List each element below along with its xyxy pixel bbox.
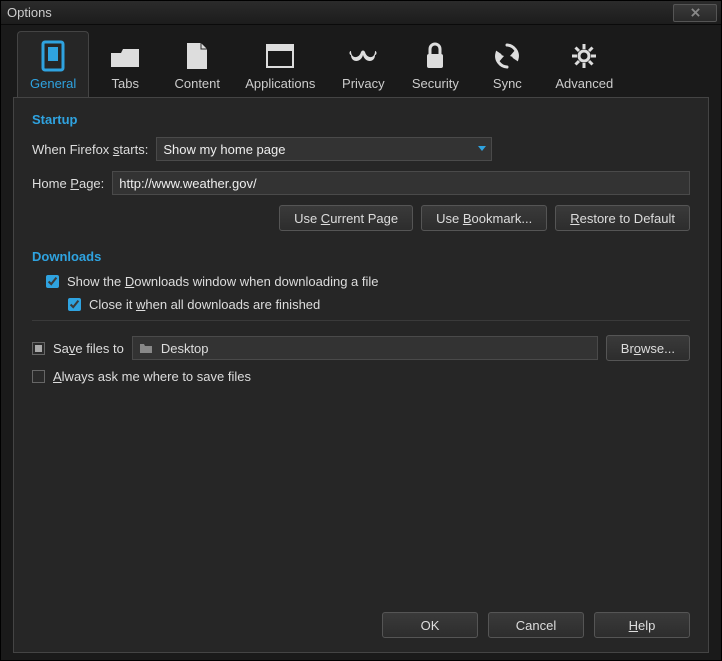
applications-icon [264,40,296,72]
tabs-icon [109,40,141,72]
home-page-input[interactable] [112,171,690,195]
tab-security-label: Security [412,76,459,91]
tab-sync[interactable]: Sync [471,31,543,97]
tab-tabs-label: Tabs [112,76,139,91]
tab-content-label: Content [174,76,220,91]
use-current-page-button[interactable]: Use Current Page [279,205,413,231]
when-starts-select[interactable]: Show my home page [156,137,492,161]
home-page-label: Home Page: [32,176,104,191]
browse-button[interactable]: Browse... [606,335,690,361]
save-path-field[interactable]: Desktop [132,336,598,360]
options-window: Options General Tabs Content [0,0,722,661]
save-path-text: Desktop [161,341,209,356]
close-icon [691,8,700,17]
when-starts-label: When Firefox starts: [32,142,148,157]
separator [32,320,690,321]
tab-advanced[interactable]: Advanced [543,31,625,97]
tab-privacy-label: Privacy [342,76,385,91]
close-when-finished-label: Close it when all downloads are finished [89,297,320,312]
tab-applications-label: Applications [245,76,315,91]
show-downloads-window-label: Show the Downloads window when downloadi… [67,274,379,289]
cancel-button[interactable]: Cancel [488,612,584,638]
ok-button[interactable]: OK [382,612,478,638]
folder-icon [139,342,153,354]
privacy-icon [347,40,379,72]
tab-security[interactable]: Security [399,31,471,97]
save-files-to-radio[interactable] [32,342,45,355]
tab-sync-label: Sync [493,76,522,91]
startup-header: Startup [32,112,690,127]
window-title: Options [5,5,673,20]
use-bookmark-button[interactable]: Use Bookmark... [421,205,547,231]
general-icon [37,40,69,72]
advanced-icon [568,40,600,72]
tab-applications[interactable]: Applications [233,31,327,97]
sync-icon [491,40,523,72]
dialog-footer: OK Cancel Help [382,612,690,638]
save-files-to-label: Save files to [53,341,124,356]
content-panel: Startup When Firefox starts: Show my hom… [13,97,709,653]
always-ask-radio[interactable] [32,370,45,383]
tab-content[interactable]: Content [161,31,233,97]
titlebar: Options [1,1,721,25]
help-button[interactable]: Help [594,612,690,638]
security-icon [419,40,451,72]
always-ask-label: Always ask me where to save files [53,369,251,384]
category-tabbar: General Tabs Content Applications Privac… [1,25,721,97]
close-when-finished-checkbox[interactable] [68,298,81,311]
tab-privacy[interactable]: Privacy [327,31,399,97]
tab-general[interactable]: General [17,31,89,97]
tab-general-label: General [30,76,76,91]
content-icon [181,40,213,72]
tab-advanced-label: Advanced [555,76,613,91]
close-button[interactable] [673,4,717,22]
downloads-header: Downloads [32,249,690,264]
show-downloads-window-checkbox[interactable] [46,275,59,288]
tab-tabs[interactable]: Tabs [89,31,161,97]
restore-default-button[interactable]: Restore to Default [555,205,690,231]
